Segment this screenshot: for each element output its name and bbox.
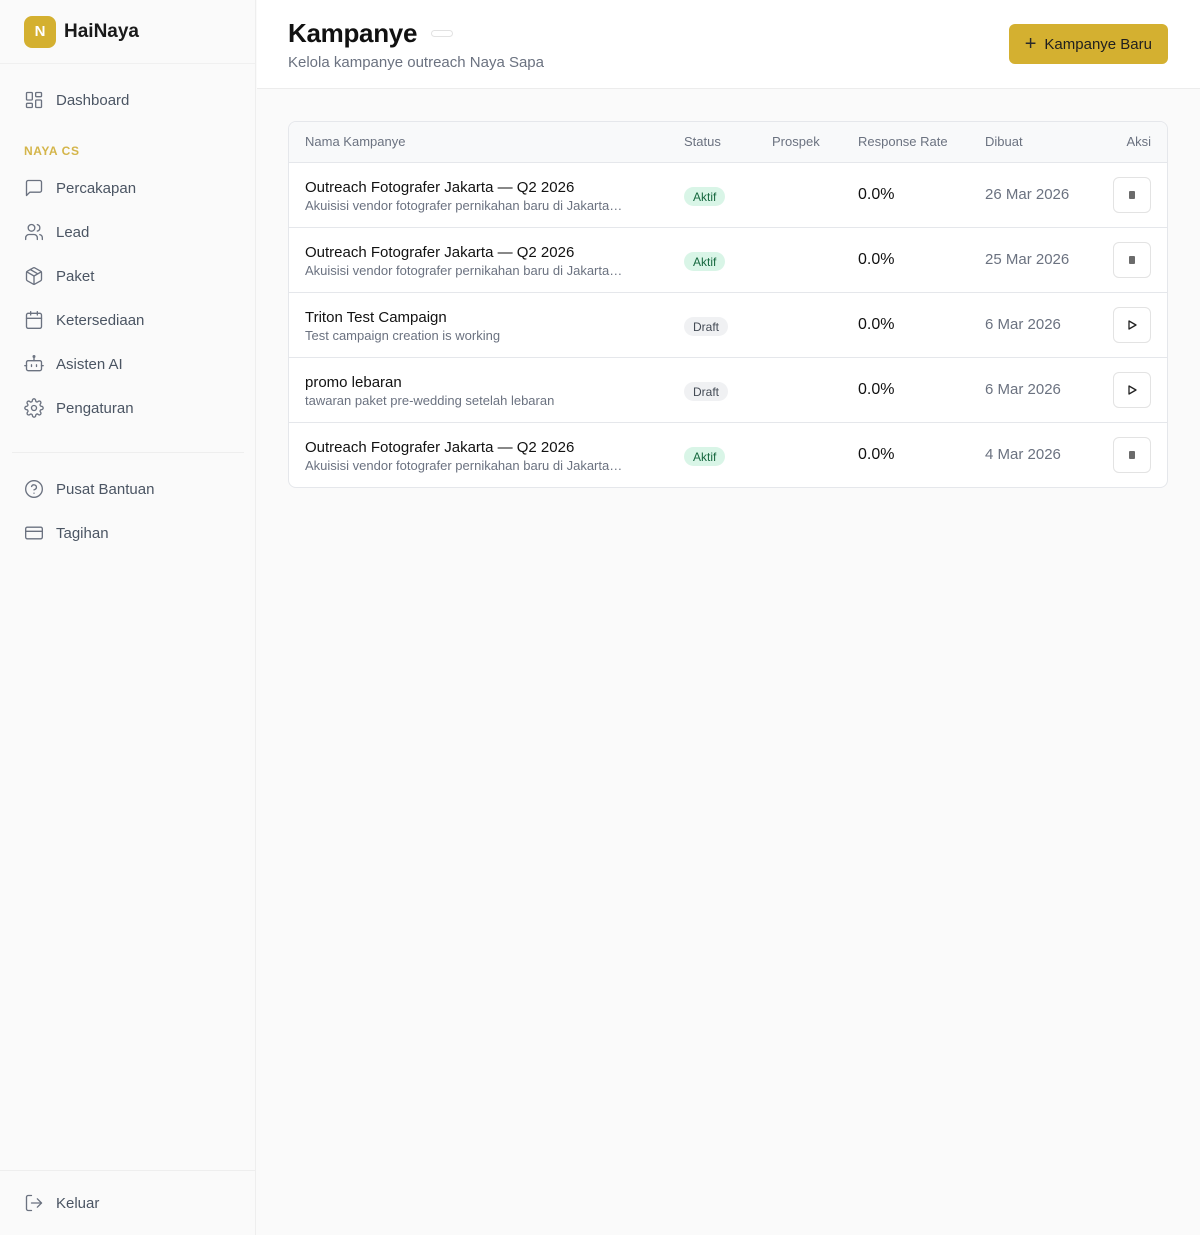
layout-dashboard-icon: [25, 91, 43, 109]
column-header[interactable]: Status: [684, 134, 721, 149]
stop-icon: [1129, 191, 1135, 199]
sidebar-item-label: Asisten AI: [56, 355, 123, 373]
campaign-name[interactable]: Outreach Fotografer Jakarta — Q2 2026: [305, 439, 635, 456]
campaign-name-cell: Outreach Fotografer Jakarta — Q2 2026 Ak…: [305, 439, 635, 473]
brand-name: HaiNaya: [64, 20, 139, 42]
help-circle-icon: [25, 480, 43, 498]
stop-campaign-button[interactable]: [1113, 437, 1151, 473]
response-rate: 0.0%: [858, 316, 895, 333]
stop-campaign-button[interactable]: [1113, 242, 1151, 278]
sidebar-item-label: Paket: [56, 267, 95, 285]
sidebar-item-label: Pengaturan: [56, 399, 134, 417]
logout-label: Keluar: [56, 1194, 100, 1212]
package-icon: [25, 267, 43, 286]
page-title: Kampanye: [288, 18, 418, 48]
start-campaign-button[interactable]: [1113, 307, 1151, 343]
status-badge: Draft: [684, 382, 729, 401]
campaign-name-cell: Triton Test Campaign Test campaign creat…: [305, 309, 635, 343]
sidebar: N HaiNaya Dashboard NAYA CS Percakapan L…: [0, 0, 256, 1235]
sidebar-item-label: Tagihan: [56, 524, 109, 542]
start-campaign-button[interactable]: [1113, 372, 1151, 408]
page-header: Kampanye Kelola kampanye outreach Naya S…: [257, 0, 1200, 89]
message-square-icon: [25, 179, 43, 197]
table-row[interactable]: Triton Test Campaign Test campaign creat…: [289, 293, 1167, 358]
sidebar-item-ketersediaan[interactable]: Ketersediaan: [12, 300, 244, 340]
calendar-icon: [25, 311, 43, 329]
sidebar-item-pusat-bantuan[interactable]: Pusat Bantuan: [12, 469, 244, 509]
created-date: 4 Mar 2026: [985, 446, 1061, 463]
sidebar-item-pengaturan[interactable]: Pengaturan: [12, 388, 244, 428]
title-count-pill: [431, 30, 454, 37]
stop-icon: [1129, 451, 1135, 459]
new-campaign-button[interactable]: + Kampanye Baru: [1008, 24, 1168, 64]
created-date: 26 Mar 2026: [985, 186, 1070, 203]
response-rate: 0.0%: [858, 251, 895, 268]
sidebar-item-lead[interactable]: Lead: [12, 212, 244, 252]
sidebar-item-label: Ketersediaan: [56, 311, 145, 329]
status-badge: Draft: [684, 317, 729, 336]
stop-icon: [1129, 256, 1135, 264]
section-label: NAYA CS: [24, 144, 80, 158]
table-header: Nama Kampanye Status Prospek Response Ra…: [289, 122, 1167, 163]
created-date: 6 Mar 2026: [985, 381, 1061, 398]
credit-card-icon: [25, 526, 43, 540]
created-date: 6 Mar 2026: [985, 316, 1061, 333]
campaign-name[interactable]: promo lebaran: [305, 374, 635, 391]
brand-logo: N: [24, 15, 56, 48]
sidebar-item-label: Dashboard: [56, 91, 130, 109]
campaign-description: Akuisisi vendor fotografer pernikahan ba…: [305, 458, 625, 473]
column-header[interactable]: Dibuat: [985, 134, 1023, 149]
response-rate: 0.0%: [858, 446, 895, 463]
campaign-name-cell: promo lebaran tawaran paket pre-wedding …: [305, 374, 635, 408]
column-header[interactable]: Nama Kampanye: [305, 134, 405, 149]
users-icon: [25, 223, 43, 241]
table-row[interactable]: Outreach Fotografer Jakarta — Q2 2026 Ak…: [289, 228, 1167, 293]
campaign-description: Akuisisi vendor fotografer pernikahan ba…: [305, 263, 625, 278]
campaign-description: Test campaign creation is working: [305, 328, 501, 343]
sidebar-item-percakapan[interactable]: Percakapan: [12, 168, 244, 208]
sidebar-divider: [0, 1170, 256, 1171]
logout-button[interactable]: Keluar: [12, 1183, 244, 1223]
page-subtitle: Kelola kampanye outreach Naya Sapa: [288, 54, 544, 71]
sidebar-divider: [12, 452, 244, 453]
campaign-description: tawaran paket pre-wedding setelah lebara…: [305, 393, 555, 408]
status-badge: Aktif: [684, 252, 726, 271]
status-badge: Aktif: [684, 187, 726, 206]
campaign-name[interactable]: Outreach Fotografer Jakarta — Q2 2026: [305, 179, 635, 196]
column-header[interactable]: Prospek: [772, 134, 820, 149]
sidebar-item-asisten-ai[interactable]: Asisten AI: [12, 344, 244, 384]
title-row: Kampanye: [288, 18, 454, 49]
plus-icon: +: [1024, 33, 1037, 55]
campaign-name[interactable]: Outreach Fotografer Jakarta — Q2 2026: [305, 244, 635, 261]
sidebar-item-label: Lead: [56, 223, 90, 241]
sidebar-item-label: Percakapan: [56, 179, 137, 197]
sidebar-item-paket[interactable]: Paket: [12, 256, 244, 296]
response-rate: 0.0%: [858, 186, 895, 203]
campaign-name[interactable]: Triton Test Campaign: [305, 309, 635, 326]
campaign-description: Akuisisi vendor fotografer pernikahan ba…: [305, 198, 625, 213]
campaign-table: Nama Kampanye Status Prospek Response Ra…: [288, 121, 1168, 488]
bot-icon: [24, 355, 44, 372]
column-header: Aksi: [1126, 134, 1151, 149]
table-row[interactable]: Outreach Fotografer Jakarta — Q2 2026 Ak…: [289, 163, 1167, 228]
brand[interactable]: N HaiNaya: [0, 0, 255, 64]
log-out-icon: [25, 1194, 43, 1212]
main-content: Kampanye Kelola kampanye outreach Naya S…: [257, 0, 1200, 1235]
play-icon: [1128, 385, 1137, 395]
new-campaign-label: Kampanye Baru: [1044, 35, 1152, 53]
sidebar-item-tagihan[interactable]: Tagihan: [12, 513, 244, 553]
sidebar-item-dashboard[interactable]: Dashboard: [12, 80, 244, 120]
play-icon: [1128, 320, 1137, 330]
sidebar-item-label: Pusat Bantuan: [56, 480, 155, 498]
created-date: 25 Mar 2026: [985, 251, 1070, 268]
response-rate: 0.0%: [858, 381, 895, 398]
settings-icon: [24, 398, 44, 418]
campaign-name-cell: Outreach Fotografer Jakarta — Q2 2026 Ak…: [305, 179, 635, 213]
status-badge: Aktif: [684, 447, 726, 466]
table-row[interactable]: promo lebaran tawaran paket pre-wedding …: [289, 358, 1167, 423]
column-header[interactable]: Response Rate: [858, 134, 948, 149]
table-row[interactable]: Outreach Fotografer Jakarta — Q2 2026 Ak…: [289, 423, 1167, 487]
stop-campaign-button[interactable]: [1113, 177, 1151, 213]
campaign-name-cell: Outreach Fotografer Jakarta — Q2 2026 Ak…: [305, 244, 635, 278]
